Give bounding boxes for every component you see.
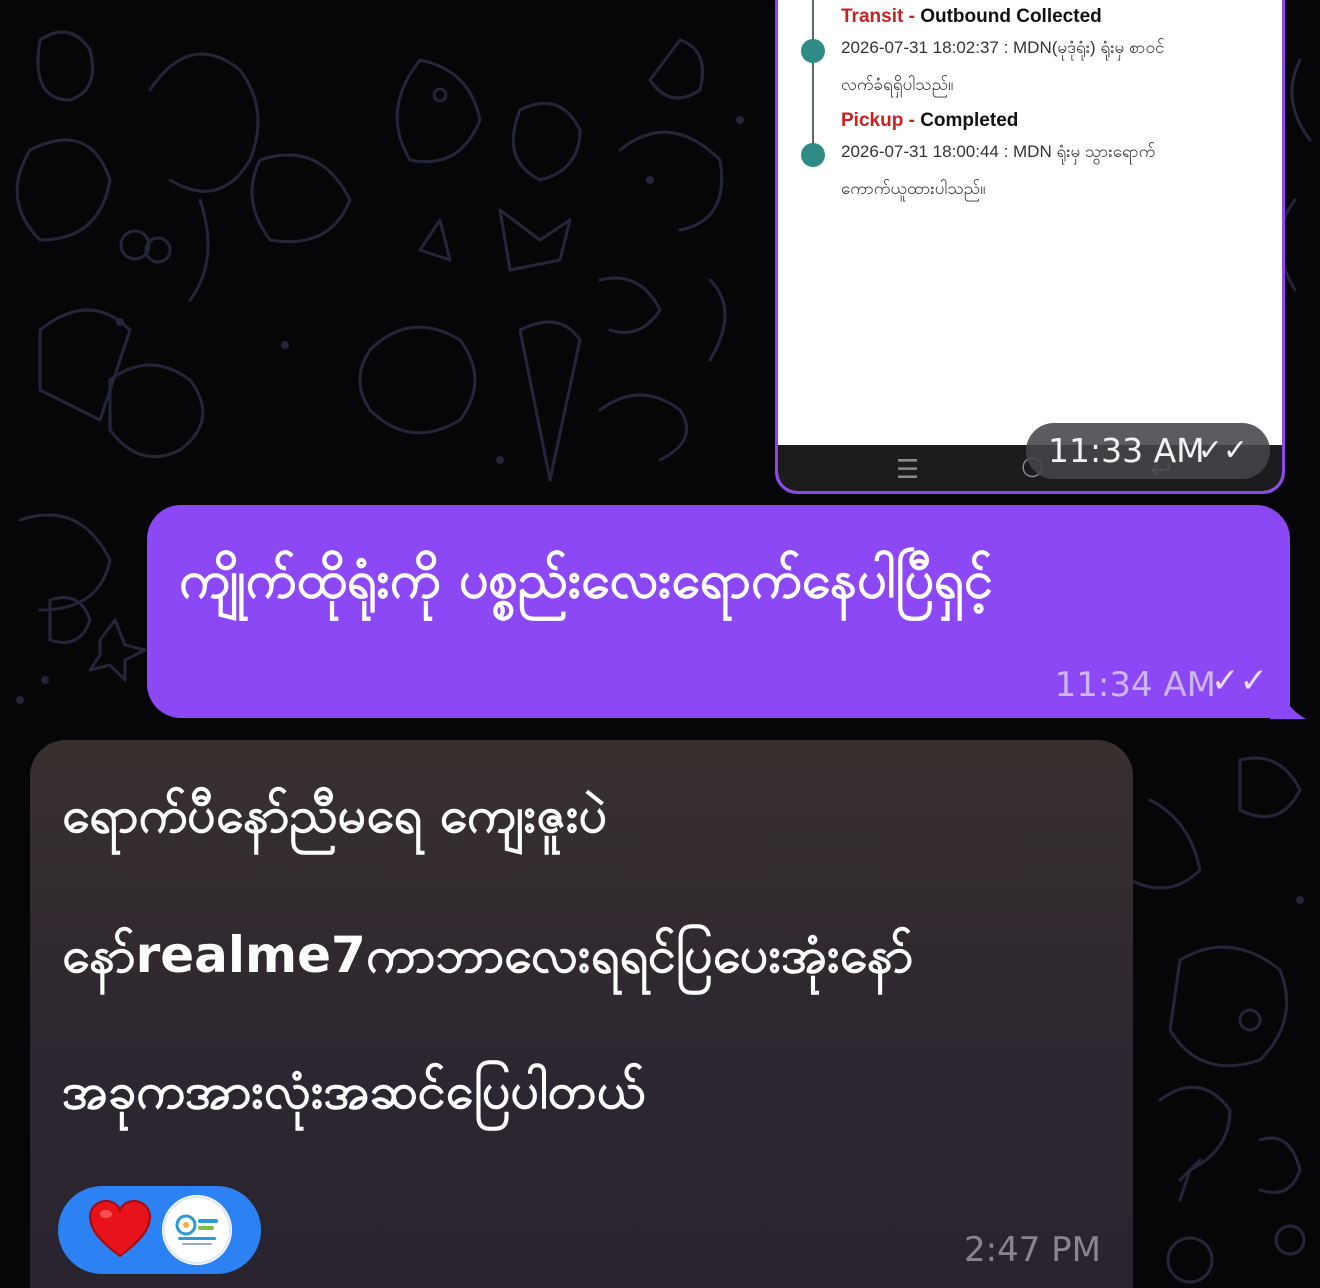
outgoing-message-text: ကျိုက်ထိုရုံးကို ပစ္စည်းလေးရောက်နေပါပြီရ… [179, 550, 993, 610]
tracking-dash: - [908, 6, 915, 27]
tracking-stage: Transit [841, 6, 904, 27]
tracking-status: Completed [920, 110, 1019, 131]
tracking-dash: - [908, 110, 915, 131]
tracking-stage: Pickup [841, 110, 904, 131]
image-message[interactable]: Transit - Outbound Collected 2026-07-31 … [775, 0, 1285, 494]
reactor-avatar[interactable] [162, 1195, 232, 1265]
tracking-detail: 2026-07-31 18:02:37 : MDN(မုဒုံရုံး) ရုံ… [841, 38, 1165, 94]
timeline-line [812, 0, 814, 163]
timeline-dot [801, 143, 825, 167]
tracking-screenshot: Transit - Outbound Collected 2026-07-31 … [778, 0, 1282, 445]
image-timestamp: 11:33 AM ✓✓ [1026, 423, 1270, 479]
incoming-message-line: နော်realme7ကာဘာလေးရရင်ပြပေးအုံးနော် [62, 926, 914, 984]
menu-icon: ☰ [896, 455, 920, 485]
image-time-text: 11:33 AM [1048, 431, 1205, 470]
incoming-message-line: ရောက်ပီနော်ညီမရေ ကျေးဇူးပဲ [62, 786, 608, 844]
reaction-pill[interactable] [58, 1186, 261, 1274]
shop-logo-icon [163, 1196, 231, 1264]
double-check-icon: ✓✓ [1197, 433, 1248, 468]
timeline-dot [801, 39, 825, 63]
incoming-message-line: အခုကအားလုံးအဆင်ပြေပါတယ် [62, 1062, 646, 1120]
tracking-title: Pickup - Completed [841, 110, 1018, 132]
tracking-detail: 2026-07-31 18:00:44 : MDN ရုံးမှ သွားရော… [841, 142, 1156, 198]
heart-icon [88, 1199, 152, 1258]
tracking-title: Transit - Outbound Collected [841, 6, 1102, 28]
bubble-tail [1270, 665, 1306, 719]
incoming-time: 2:47 PM [964, 1230, 1101, 1270]
outgoing-message[interactable]: ကျိုက်ထိုရုံးကို ပစ္စည်းလေးရောက်နေပါပြီရ… [147, 505, 1290, 718]
outgoing-time: 11:34 AM [1054, 665, 1216, 705]
tracking-status: Outbound Collected [920, 6, 1102, 27]
incoming-message[interactable]: ရောက်ပီနော်ညီမရေ ကျေးဇူးပဲ နော်realme7ကာ… [30, 740, 1133, 1288]
double-check-icon: ✓✓ [1211, 661, 1268, 701]
